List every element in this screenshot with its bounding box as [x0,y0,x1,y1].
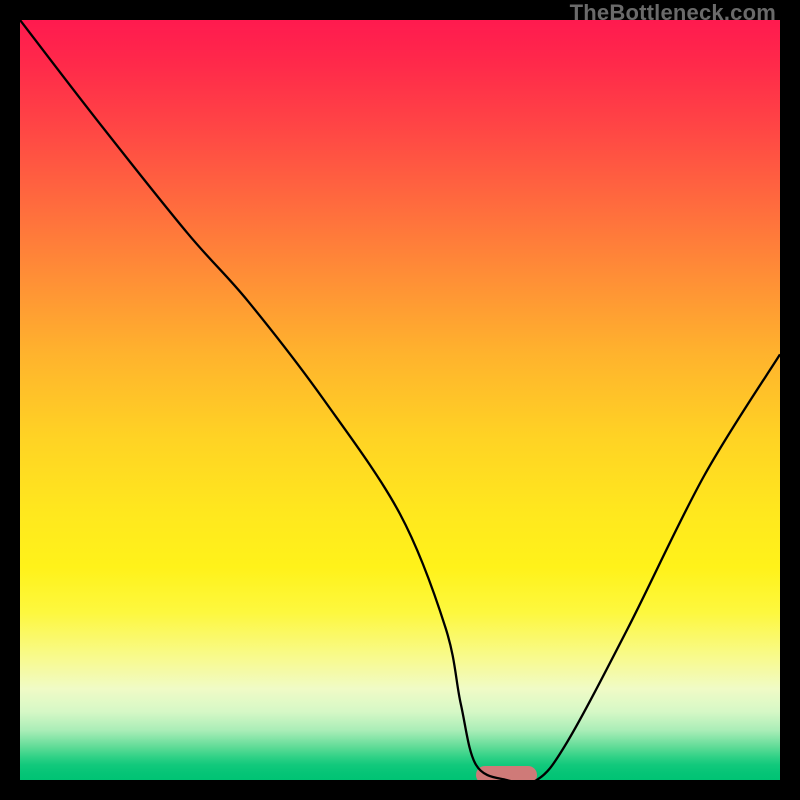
chart-frame: TheBottleneck.com [0,0,800,800]
plot-area [20,20,780,780]
bottleneck-curve [20,20,780,780]
